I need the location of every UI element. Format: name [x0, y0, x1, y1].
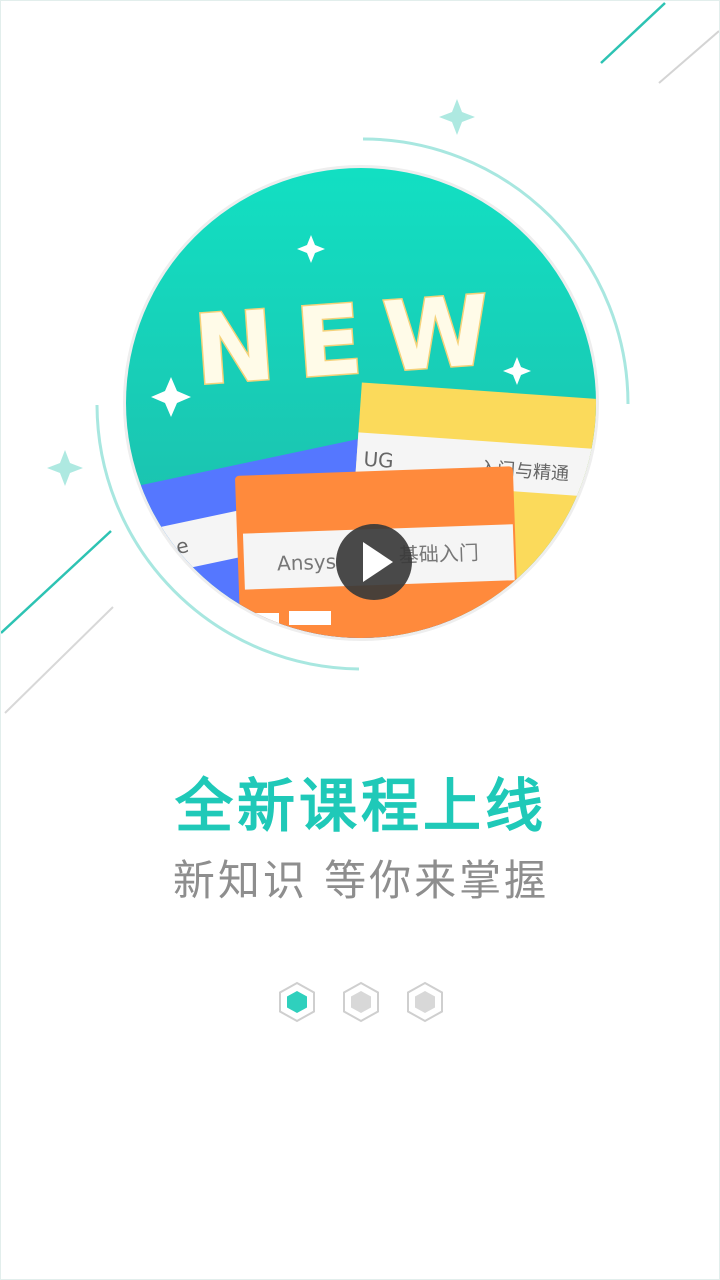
deco-line-left-2 [4, 606, 114, 714]
onboarding-illustration: NEW Geome UG 入门与精通 Ansys 基础入门 [1, 2, 719, 714]
deco-line-left-1 [1, 530, 112, 634]
slide-headline: 全新课程上线 [174, 772, 547, 840]
deco-line-top-2 [658, 30, 719, 84]
page-dot-3[interactable] [406, 981, 444, 1023]
page-dot-2[interactable] [342, 981, 380, 1023]
slide-subline: 新知识 等你来掌握 [172, 856, 550, 905]
page-dot-1-active[interactable] [278, 981, 316, 1023]
card-label: UG [363, 447, 395, 473]
card-label: Ansys [277, 549, 337, 575]
sparkle-icon [47, 450, 83, 486]
new-badge-text: NEW [191, 273, 516, 407]
play-icon [336, 524, 412, 600]
onboarding-screen: NEW Geome UG 入门与精通 Ansys 基础入门 全新课程上线 新知识… [0, 0, 720, 1280]
card-detail [289, 611, 331, 625]
sparkle-icon [439, 99, 475, 135]
page-indicator [1, 981, 719, 1025]
deco-line-top-1 [600, 2, 666, 64]
